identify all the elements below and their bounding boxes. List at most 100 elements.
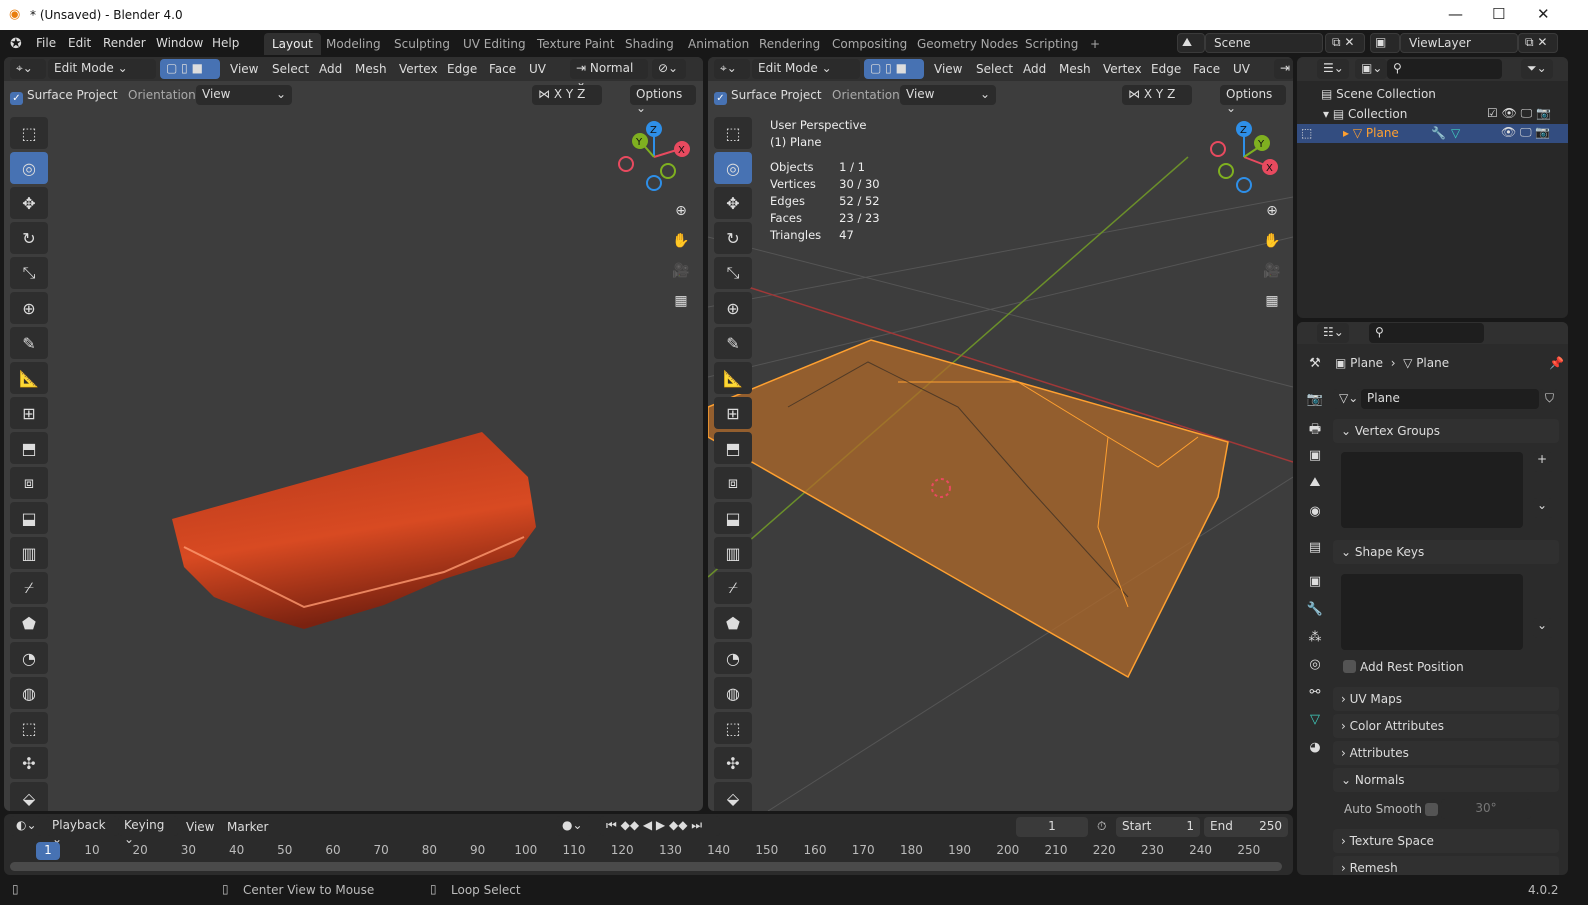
mirror-axes[interactable]: ⋈ X Y Z — [532, 85, 602, 105]
menu-select[interactable]: Select — [272, 62, 309, 76]
playback-controls[interactable]: ⏮ ◆◆ ◀ ▶ ◆◆ ⏭ — [600, 816, 720, 836]
viewport-right[interactable]: ⌖⌄ Edit Mode ⌄ ▢ ▯ ■ View Select Add Mes… — [708, 57, 1293, 811]
mode-selector[interactable]: Edit Mode ⌄ — [48, 59, 156, 79]
scene-selector-icon[interactable]: ⛰ — [1177, 33, 1205, 53]
rotate-icon[interactable]: ↻ — [10, 222, 48, 254]
pin-icon[interactable]: 📌 — [1549, 356, 1564, 370]
menu-view[interactable]: View — [934, 62, 962, 76]
select-box-icon[interactable]: ⬚ — [714, 117, 752, 149]
menu-select[interactable]: Select — [976, 62, 1013, 76]
outliner-search-input[interactable]: ⚲ — [1387, 59, 1502, 79]
plane-object-item[interactable]: ▸ ▽ Plane — [1343, 126, 1399, 140]
edge-slide-icon[interactable]: ⬚ — [714, 712, 752, 744]
auto-smooth-angle-field[interactable]: 30° — [1441, 799, 1531, 819]
shrink-fatten-icon[interactable]: ✣ — [714, 747, 752, 779]
menu-vertex[interactable]: Vertex — [399, 62, 438, 76]
panel-shape-keys[interactable]: ⌄ Shape Keys — [1333, 540, 1559, 564]
annotate-icon[interactable]: ✎ — [714, 327, 752, 359]
menu-render[interactable]: Render — [103, 36, 146, 50]
surface-project-checkbox[interactable]: ✓ Surface Project — [714, 88, 822, 105]
add-vertex-group-button[interactable]: + — [1533, 452, 1553, 472]
panel-uv-maps[interactable]: › UV Maps — [1333, 687, 1559, 711]
panel-remesh[interactable]: › Remesh — [1333, 856, 1559, 875]
properties-search-input[interactable]: ⚲ — [1369, 323, 1484, 343]
pan-hand-icon[interactable]: ✋ — [1259, 228, 1285, 254]
menu-window[interactable]: Window — [156, 36, 203, 50]
camera-icon[interactable]: 🎥 — [668, 258, 694, 284]
select-box-icon[interactable]: ⬚ — [10, 117, 48, 149]
workspace-tab-modeling[interactable]: Modeling — [318, 33, 389, 55]
transform-orientation-icon[interactable]: ⇥ — [1274, 59, 1293, 79]
axis-y[interactable]: Y — [566, 87, 573, 101]
extrude-icon[interactable]: ⬒ — [714, 432, 752, 464]
loop-cut-icon[interactable]: ▥ — [714, 537, 752, 569]
edge-slide-icon[interactable]: ⬚ — [10, 712, 48, 744]
workspace-tab-+[interactable]: + — [1082, 33, 1108, 55]
workspace-tab-geometry-nodes[interactable]: Geometry Nodes — [909, 33, 1026, 55]
edit-mode-icon[interactable]: ⬚ — [1301, 126, 1312, 140]
viewport-left[interactable]: ⌖⌄ Edit Mode ⌄ ▢ ▯ ■ View Select Add Mes… — [4, 57, 703, 811]
menu-face[interactable]: Face — [1193, 62, 1220, 76]
shear-icon[interactable]: ⬙ — [714, 782, 752, 811]
camera-icon[interactable]: 🎥 — [1259, 258, 1285, 284]
menu-mesh[interactable]: Mesh — [1059, 62, 1091, 76]
menu-add[interactable]: Add — [319, 62, 342, 76]
orientation-dropdown[interactable]: View ⌄ — [196, 85, 292, 105]
editor-type-icon[interactable]: ⌖⌄ — [714, 59, 750, 79]
move-icon[interactable]: ✥ — [10, 187, 48, 219]
menu-edge[interactable]: Edge — [1151, 62, 1181, 76]
minimize-button[interactable]: — — [1448, 5, 1463, 23]
new-view-layer-button[interactable]: ⧉ ✕ — [1518, 33, 1558, 53]
transform-icon[interactable]: ⊕ — [10, 292, 48, 324]
timeline-menu-view[interactable]: View — [186, 820, 214, 834]
options-dropdown[interactable]: Options ⌄ — [1220, 85, 1286, 115]
outliner-row-plane[interactable]: ⬚ ▸ ▽ Plane 🔧 ▽ 👁 🖵 📷 — [1297, 124, 1568, 143]
scene-tab-icon[interactable]: ⛰ — [1305, 475, 1325, 495]
axis-z[interactable]: Z — [577, 87, 585, 101]
measure-icon[interactable]: 📐 — [714, 362, 752, 394]
new-scene-button[interactable]: ⧉ ✕ — [1325, 33, 1365, 53]
menu-edge[interactable]: Edge — [447, 62, 477, 76]
collection-item[interactable]: ▾ ▤ Collection — [1323, 107, 1407, 121]
annotate-icon[interactable]: ✎ — [10, 327, 48, 359]
pan-hand-icon[interactable]: ✋ — [668, 228, 694, 254]
shear-icon[interactable]: ⬙ — [10, 782, 48, 811]
menu-uv[interactable]: UV — [529, 62, 546, 76]
menu-edit[interactable]: Edit — [68, 36, 91, 50]
close-button[interactable]: ✕ — [1537, 5, 1550, 23]
zoom-icon[interactable]: ⊕ — [1259, 198, 1285, 224]
rotate-icon[interactable]: ↻ — [714, 222, 752, 254]
tool-tab-icon[interactable]: ⚒ — [1305, 356, 1325, 376]
workspace-tab-layout[interactable]: Layout — [264, 33, 321, 55]
mesh-object-plane[interactable] — [172, 432, 536, 629]
poly-build-icon[interactable]: ⬟ — [714, 607, 752, 639]
workspace-tab-shading[interactable]: Shading — [617, 33, 682, 55]
navigation-gizmo[interactable]: Z X Y — [1208, 119, 1288, 199]
knife-icon[interactable]: ⌿ — [714, 572, 752, 604]
scene-name-field[interactable]: Scene — [1205, 33, 1323, 53]
vertex-group-menu[interactable]: ⌄ — [1533, 498, 1553, 518]
object-tab-icon[interactable]: ▣ — [1305, 574, 1325, 594]
cursor-icon[interactable]: ◎ — [714, 152, 752, 184]
spin-icon[interactable]: ◔ — [714, 642, 752, 674]
view-layer-tab-icon[interactable]: ▣ — [1305, 448, 1325, 468]
filter-dropdown[interactable]: ⏷⌄ — [1521, 59, 1553, 79]
collection-tab-icon[interactable]: ▤ — [1305, 540, 1325, 560]
object-visibility-icons[interactable]: 👁 🖵 📷 — [1501, 125, 1550, 140]
add-rest-position-checkbox[interactable]: Add Rest Position — [1343, 660, 1464, 674]
scene-collection-item[interactable]: ▤ Scene Collection — [1321, 87, 1436, 101]
panel-vertex-groups[interactable]: ⌄ Vertex Groups — [1333, 419, 1559, 443]
menu-file[interactable]: File — [36, 36, 56, 50]
menu-view[interactable]: View — [230, 62, 258, 76]
move-icon[interactable]: ✥ — [714, 187, 752, 219]
maximize-button[interactable]: ☐ — [1492, 5, 1505, 23]
render-tab-icon[interactable]: 📷 — [1305, 392, 1325, 412]
start-frame-field[interactable]: Start 1 — [1116, 817, 1200, 837]
menu-vertex[interactable]: Vertex — [1103, 62, 1142, 76]
view-layer-field[interactable]: ViewLayer — [1400, 33, 1518, 53]
workspace-tab-texture-paint[interactable]: Texture Paint — [529, 33, 622, 55]
modifier-wrench-icon[interactable]: 🔧 — [1431, 126, 1446, 140]
shape-key-menu[interactable]: ⌄ — [1533, 618, 1553, 638]
shape-keys-list[interactable] — [1341, 574, 1523, 650]
current-frame-field[interactable]: 1 — [1016, 817, 1088, 837]
